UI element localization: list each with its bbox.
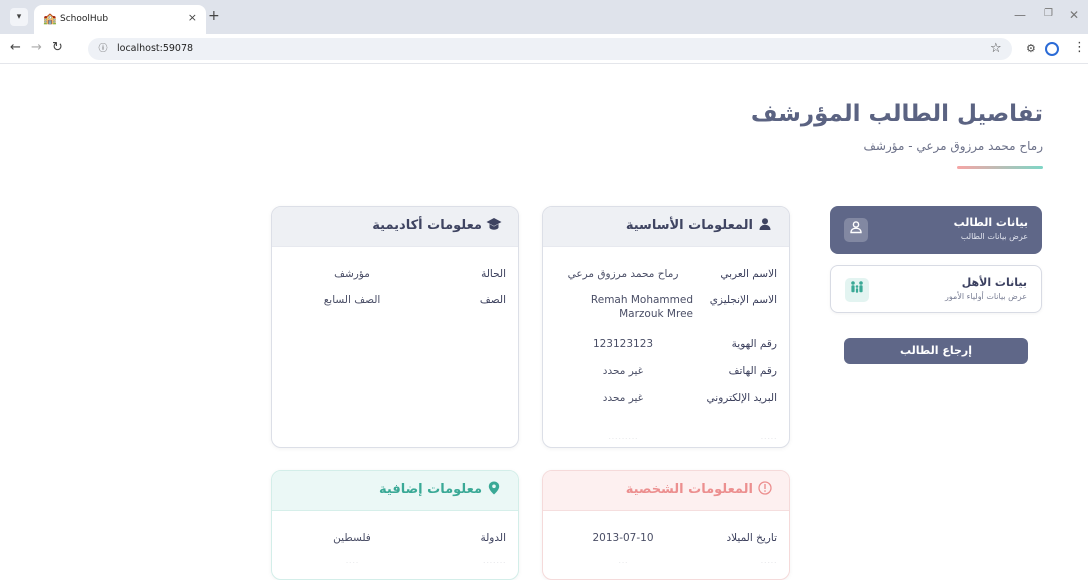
clipped-row-label: ····· [695,433,777,439]
address-bar: ← → ↻ ⓘ localhost:59078 ☆ ⚙ ⋮ [0,34,1088,64]
row-label: رقم الهاتف [728,365,777,377]
clipped-row-value: ···· [282,557,422,563]
url-text[interactable]: localhost:59078 [117,42,193,56]
row-value: غير محدد [602,392,644,404]
row-label: رقم الهوية [731,338,777,350]
nav-student-data[interactable]: بيانات الطالب عرض بيانات الطالب [830,206,1042,254]
page-title: تفاصيل الطالب المؤرشف [750,101,1043,127]
tab-close-button[interactable]: × [188,11,197,25]
info-row: رقم الهوية 123123123 [543,337,789,367]
personal-info-card: المعلومات الشخصية تاريخ الميلاد 2013-07-… [542,470,790,580]
card-title: معلومات إضافية [379,482,482,497]
nav-parents-texts: بيانات الأهل عرض بيانات أولياء الأمور [945,275,1027,303]
row-value: Remah Mohammed Marzouk Mree [590,294,693,320]
info-row: البريد الإلكتروني غير محدد [543,391,789,421]
url-field[interactable]: ⓘ localhost:59078 [88,38,1012,60]
page-subtitle: رماح محمد مرزوق مرعي - مؤرشف [863,139,1044,153]
minimize-icon[interactable]: — [1014,8,1026,22]
card-header: المعلومات الأساسية [543,207,789,247]
star-icon[interactable]: ☆ [990,41,1002,56]
chevron-down-icon[interactable]: ▾ [10,8,28,26]
restore-student-button[interactable]: إرجاع الطالب [844,338,1028,364]
row-value: 123123123 [592,338,654,350]
row-label: الدولة [480,532,506,544]
card-title: معلومات أكاديمية [372,218,482,233]
graduation-cap-icon [484,217,504,238]
info-row: الصف الصف السابع [272,293,518,323]
card-title: المعلومات الأساسية [625,218,753,233]
row-label: الصف [479,294,506,306]
user-icon [844,218,868,242]
clipped-row: ····· ··· [543,557,789,579]
card-title: المعلومات الشخصية [625,482,753,497]
title-underline [957,166,1043,169]
nav-student-subtitle: عرض بيانات الطالب [960,232,1028,241]
close-window-icon[interactable]: ✕ [1069,8,1079,22]
row-label: البريد الإلكتروني [706,392,777,404]
row-label: الاسم العربي [720,268,777,280]
profile-icon[interactable] [1045,42,1059,56]
academic-info-card: معلومات أكاديمية الحالة مؤرشف الصف الصف … [271,206,519,448]
card-header: معلومات أكاديمية [272,207,518,247]
row-label: تاريخ الميلاد [726,532,777,544]
clipped-row: ······· ···· [272,557,518,579]
school-icon: 🏫 [43,12,57,25]
nav-student-title: بيانات الطالب [953,216,1028,229]
row-value: مؤرشف [334,268,370,280]
new-tab-button[interactable]: + [208,8,220,24]
restore-window-icon[interactable]: ❐ [1044,8,1053,19]
card-header: المعلومات الشخصية [543,471,789,511]
info-row: الاسم الإنجليزي Remah Mohammed Marzouk M… [543,293,789,323]
info-icon[interactable]: ⓘ [96,42,110,56]
clipped-row-label: ······· [424,557,506,563]
browser-tab-strip: ▾ 🏫 SchoolHub × + — ❐ ✕ [0,0,1088,34]
nav-parents-subtitle: عرض بيانات أولياء الأمور [945,292,1027,301]
card-header: معلومات إضافية [272,471,518,511]
row-value: رماح محمد مرزوق مرعي [567,268,679,280]
reload-icon[interactable]: ↻ [52,40,63,55]
nav-parents-data[interactable]: بيانات الأهل عرض بيانات أولياء الأمور [830,265,1042,313]
row-value: غير محدد [602,365,644,377]
clipped-row-value: ··· [553,557,693,563]
info-row: رقم الهاتف غير محدد [543,364,789,394]
user-icon [755,217,775,238]
tab-title: SchoolHub [60,14,109,24]
row-value: 2013-07-10 [592,532,654,544]
row-value: فلسطين [333,532,371,544]
back-arrow-icon[interactable]: ← [10,40,21,55]
extensions-icon[interactable]: ⚙ [1026,42,1036,55]
browser-tab[interactable]: 🏫 SchoolHub × [34,5,206,34]
map-pin-icon [484,481,504,502]
basic-info-card: المعلومات الأساسية الاسم العربي رماح محم… [542,206,790,448]
row-label: الحالة [481,268,506,280]
row-value: الصف السابع [323,294,381,306]
kebab-menu-icon[interactable]: ⋮ [1073,40,1086,55]
nav-student-texts: بيانات الطالب عرض بيانات الطالب [954,215,1028,243]
clipped-row-value: ········· [553,433,693,439]
info-circle-icon [755,481,775,502]
forward-arrow-icon[interactable]: → [31,40,42,55]
row-label: الاسم الإنجليزي [709,294,777,306]
clipped-row-label: ····· [695,557,777,563]
family-icon [845,278,869,302]
extra-info-card: معلومات إضافية الدولة فلسطين ······· ···… [271,470,519,580]
nav-parents-title: بيانات الأهل [961,276,1027,289]
clipped-row: ····· ········· [543,433,789,447]
